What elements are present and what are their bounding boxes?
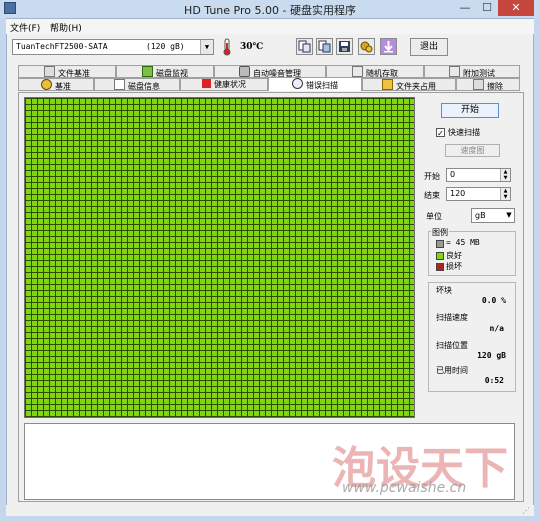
tab-disk-info[interactable]: 磁盘信息 bbox=[94, 78, 180, 91]
elapsed-time-label: 已用时间 bbox=[436, 366, 468, 375]
damaged-value: 0.0 % bbox=[481, 296, 506, 305]
legend-title: 图例 bbox=[431, 227, 449, 238]
legend-block-size: = 45 MB bbox=[446, 238, 480, 247]
tab-health[interactable]: 健康状况 bbox=[180, 78, 268, 91]
scan-speed-label: 扫描速度 bbox=[436, 313, 468, 322]
magnifier-icon bbox=[292, 78, 303, 89]
tab-file-benchmark[interactable]: 文件基准 bbox=[18, 65, 116, 78]
menu-file[interactable]: 文件(F) bbox=[10, 21, 40, 34]
exit-button[interactable]: 退出 bbox=[410, 38, 448, 56]
menu-help[interactable]: 帮助(H) bbox=[50, 21, 82, 34]
damaged-label: 坏块 bbox=[436, 286, 452, 295]
unit-label: 单位 bbox=[426, 212, 442, 221]
copy-info-button[interactable] bbox=[296, 38, 313, 55]
speed-map-button[interactable]: 速度图 bbox=[445, 144, 500, 157]
tab-erase[interactable]: 擦除 bbox=[456, 78, 520, 91]
thermometer-icon bbox=[223, 38, 231, 56]
copy-icon bbox=[298, 40, 311, 53]
start-input[interactable]: 0 ▲ ▼ bbox=[446, 168, 511, 182]
health-cross-icon bbox=[202, 79, 211, 88]
block-map-grid bbox=[24, 97, 415, 418]
scan-position-value: 120 gB bbox=[477, 351, 506, 360]
spin-arrows-icon[interactable]: ▲ ▼ bbox=[500, 169, 510, 181]
tab-folder-usage[interactable]: 文件夹占用 bbox=[362, 78, 456, 91]
spin-arrows-icon[interactable]: ▲ ▼ bbox=[500, 188, 510, 200]
tab-extra-tests[interactable]: 附加测试 bbox=[424, 65, 520, 78]
info-icon bbox=[114, 79, 125, 90]
checkbox-box[interactable]: ✓ bbox=[436, 128, 445, 138]
status-bar bbox=[6, 505, 534, 516]
file-icon bbox=[44, 66, 55, 77]
resize-grip-icon[interactable]: ⋰ bbox=[522, 506, 530, 515]
speaker-icon bbox=[239, 66, 250, 77]
legend-good-swatch bbox=[436, 252, 444, 260]
scan-position-label: 扫描位置 bbox=[436, 341, 468, 350]
tab-error-scan[interactable]: 错误扫描 bbox=[268, 77, 362, 91]
gear-icon bbox=[360, 41, 373, 53]
tests-icon bbox=[449, 66, 460, 77]
chevron-down-icon: ▼ bbox=[200, 40, 213, 54]
folder-icon bbox=[382, 79, 393, 90]
start-button[interactable]: 开始 bbox=[441, 103, 499, 118]
scan-speed-value: n/a bbox=[489, 324, 504, 333]
chart-icon bbox=[352, 66, 363, 77]
unit-select-value: gB bbox=[475, 211, 486, 220]
legend-empty-swatch bbox=[436, 240, 444, 248]
drive-select[interactable]: TuanTechFT2500-SATA (120 gB) ▼ bbox=[12, 39, 214, 55]
close-button[interactable]: ✕ bbox=[498, 0, 534, 16]
copy-all-icon bbox=[318, 40, 331, 53]
legend-bad-swatch bbox=[436, 263, 444, 271]
save-icon bbox=[339, 41, 350, 52]
save-button[interactable] bbox=[336, 38, 353, 55]
end-input-value: 120 bbox=[450, 189, 466, 198]
start-label: 开始 bbox=[424, 172, 440, 181]
quick-scan-checkbox[interactable]: ✓ 快速扫描 bbox=[436, 127, 480, 138]
quick-scan-label: 快速扫描 bbox=[448, 128, 480, 137]
tab-benchmark[interactable]: 基准 bbox=[18, 78, 94, 91]
unit-select[interactable]: gB ▼ bbox=[471, 208, 515, 223]
minimize-button[interactable]: — bbox=[454, 0, 476, 16]
start-input-value: 0 bbox=[450, 170, 456, 179]
legend-good-label: 良好 bbox=[446, 251, 462, 260]
gauge-icon bbox=[41, 79, 52, 90]
window-title: HD Tune Pro 5.00 - 硬盘实用程序 bbox=[184, 4, 356, 17]
maximize-button[interactable]: ☐ bbox=[476, 0, 498, 16]
monitor-icon bbox=[142, 66, 153, 77]
copy-all-button[interactable] bbox=[316, 38, 333, 55]
tab-disk-monitor[interactable]: 磁盘监视 bbox=[116, 65, 214, 78]
end-input[interactable]: 120 ▲ ▼ bbox=[446, 187, 511, 201]
download-button[interactable] bbox=[380, 38, 397, 55]
legend-bad-label: 损坏 bbox=[446, 262, 462, 271]
chevron-down-icon: ▼ bbox=[506, 211, 512, 219]
app-icon bbox=[4, 2, 16, 14]
watermark-url: www.pcwaishe.cn bbox=[342, 480, 467, 496]
temperature-value: 30℃ bbox=[240, 42, 264, 52]
menu-bar: 文件(F) 帮助(H) bbox=[6, 19, 534, 34]
window-controls: — ☐ ✕ bbox=[454, 0, 534, 16]
end-label: 结束 bbox=[424, 191, 440, 200]
arrow-down-icon bbox=[384, 41, 393, 53]
elapsed-time-value: 0:52 bbox=[484, 376, 504, 385]
options-button[interactable] bbox=[358, 38, 375, 55]
eraser-icon bbox=[473, 79, 484, 90]
drive-select-value: TuanTechFT2500-SATA (120 gB) bbox=[16, 42, 185, 51]
